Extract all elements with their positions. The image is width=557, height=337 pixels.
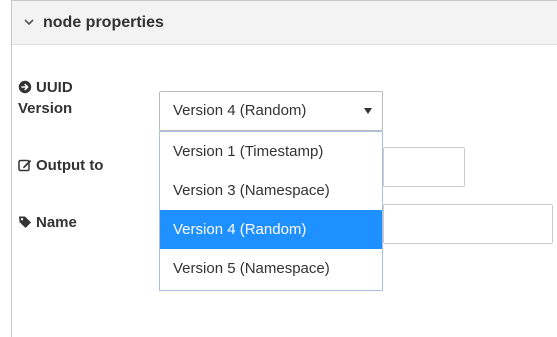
panel-header[interactable]: node properties — [12, 1, 557, 45]
arrow-circle-right-icon — [18, 79, 32, 94]
name-label-text: Name — [36, 214, 77, 231]
dropdown-option-selected[interactable]: Version 4 (Random) — [160, 210, 382, 249]
dropdown-option[interactable]: Version 3 (Namespace) — [160, 171, 382, 210]
uuid-version-label: UUID Version — [18, 77, 73, 119]
uuid-version-dropdown: Version 1 (Timestamp) Version 3 (Namespa… — [159, 131, 383, 291]
output-to-label: Output to — [18, 155, 103, 176]
select-value: Version 4 (Random) — [173, 102, 307, 119]
caret-down-icon — [364, 108, 372, 114]
uuid-version-select[interactable]: Version 4 (Random) — [159, 91, 383, 131]
uuid-label-line1: UUID — [36, 79, 73, 96]
output-to-input[interactable] — [383, 147, 465, 187]
chevron-down-icon[interactable] — [22, 13, 36, 31]
name-input[interactable] — [383, 204, 553, 244]
name-label: Name — [18, 212, 77, 233]
edit-icon — [18, 157, 32, 172]
dropdown-option[interactable]: Version 5 (Namespace) — [160, 249, 382, 288]
output-to-label-text: Output to — [36, 157, 104, 174]
uuid-label-line2: Version — [18, 100, 73, 117]
dropdown-option[interactable]: Version 1 (Timestamp) — [160, 132, 382, 171]
panel-title: node properties — [43, 14, 164, 31]
tag-icon — [18, 214, 32, 228]
